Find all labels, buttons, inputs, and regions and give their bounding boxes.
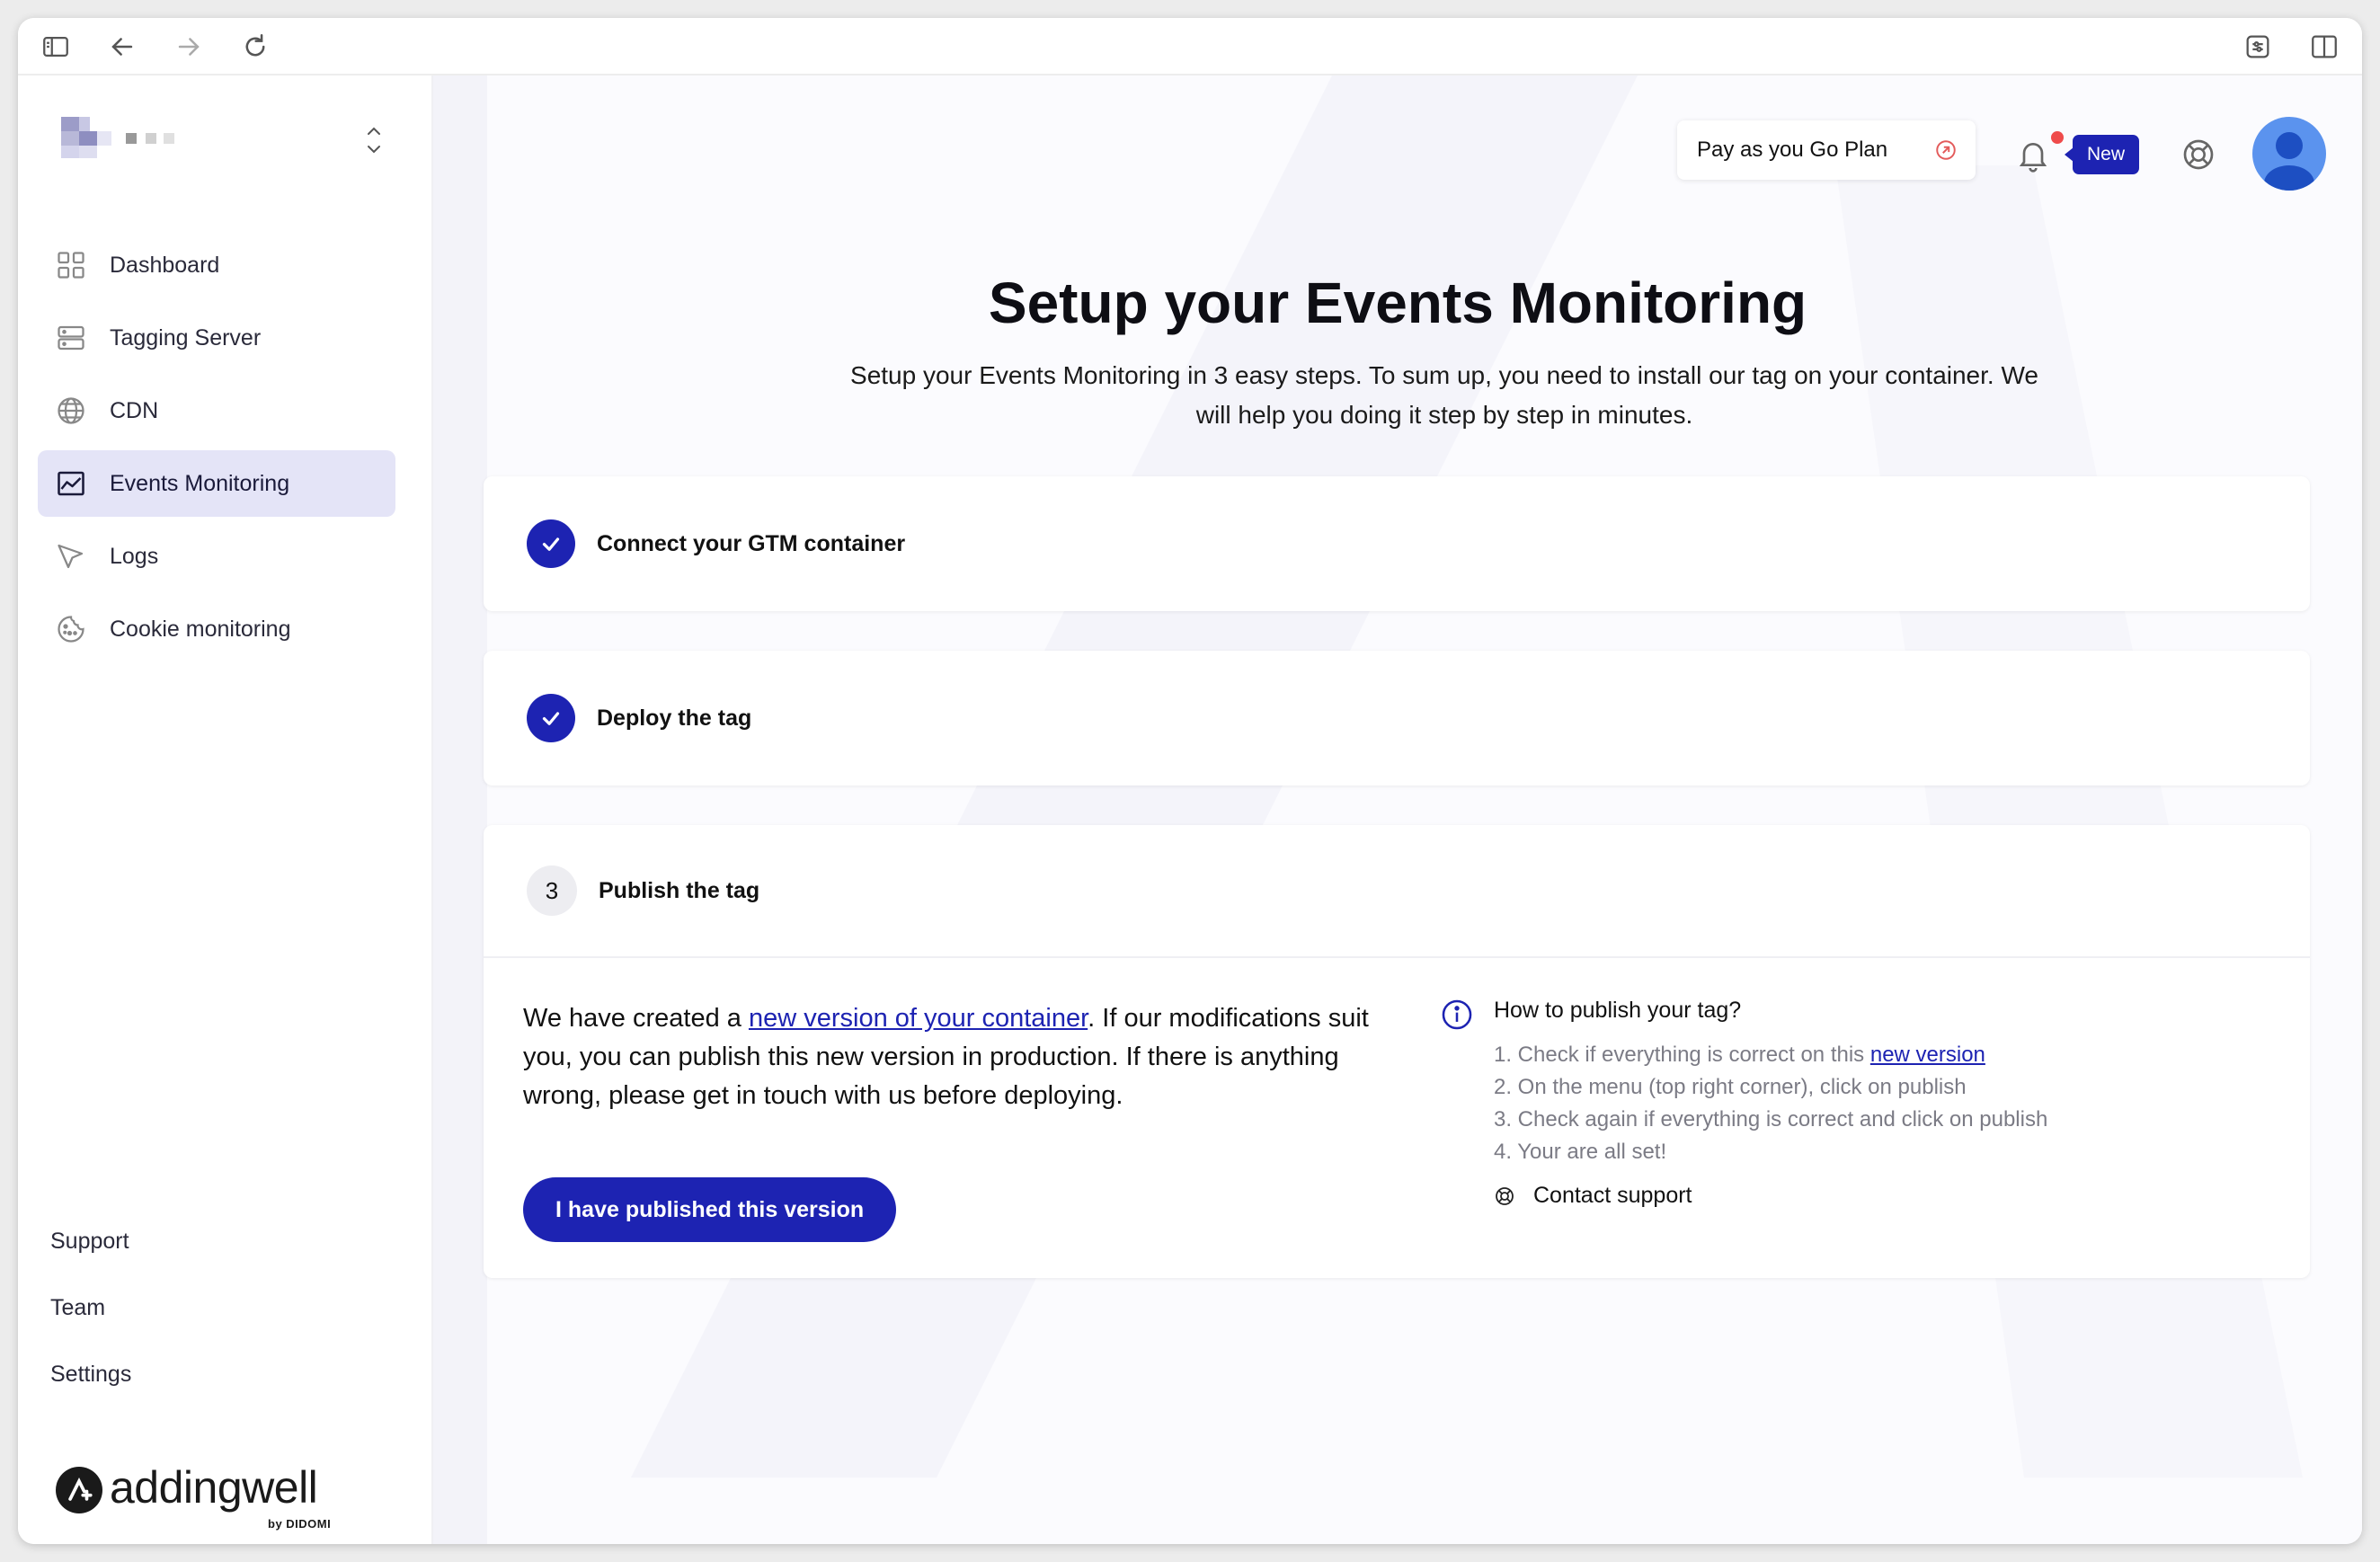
globe-icon [54,394,88,428]
step-header: Connect your GTM container [484,476,2310,611]
step-title: Deploy the tag [597,705,752,731]
publish-text-before: We have created a [523,1004,749,1033]
browser-toolbar [18,18,2362,75]
sidebar-bottom-links: Support Team Settings [50,1223,131,1423]
sidebar-item-cookie-monitoring[interactable]: Cookie monitoring [38,596,395,662]
step-card-deploy[interactable]: Deploy the tag [484,651,2310,785]
extensions-icon[interactable] [2242,31,2274,63]
published-button[interactable]: I have published this version [523,1177,897,1242]
page-subtitle: Setup your Events Monitoring in 3 easy s… [850,361,2038,429]
new-badge[interactable]: New [2064,135,2140,174]
howto-step-text: 1. Check if everything is correct on thi… [1494,1043,1870,1067]
sidebar-toggle-icon[interactable] [40,31,72,63]
lifebuoy-icon[interactable] [2180,137,2216,173]
step-card-publish: 3 Publish the tag We have created a new … [484,825,2310,1278]
plan-button[interactable]: Pay as you Go Plan [1677,120,1976,180]
howto-steps: 1. Check if everything is correct on thi… [1494,1039,2047,1168]
reload-icon[interactable] [239,31,271,63]
step-header: Deploy the tag [484,651,2310,785]
step-title: Publish the tag [599,877,760,903]
page-title: Setup your Events Monitoring [988,271,1807,335]
user-icon [2264,132,2314,191]
sidebar-item-events-monitoring[interactable]: Events Monitoring [38,450,395,517]
brand-name: addingwell [110,1462,318,1513]
grid-icon [54,248,88,282]
chart-line-icon [54,466,88,501]
new-version-link[interactable]: new version [1870,1043,1985,1067]
step-card-connect[interactable]: Connect your GTM container [484,476,2310,611]
top-bar: Pay as you Go Plan New [433,75,2362,201]
main-content: Pay as you Go Plan New Setup your Events… [433,75,2362,1544]
step-title: Connect your GTM container [597,530,906,556]
sidebar-item-label: Dashboard [110,252,220,278]
organization-switcher[interactable] [61,117,412,171]
sidebar-item-cdn[interactable]: CDN [38,377,395,444]
organization-name-redacted [126,129,180,147]
sidebar-link-settings[interactable]: Settings [50,1356,131,1423]
sidebar-item-label: Tagging Server [110,324,262,351]
howto-step: 4. Your are all set! [1494,1140,1667,1164]
sidebar-link-team[interactable]: Team [50,1290,131,1356]
sidebar-item-label: CDN [110,397,159,423]
brand-logo: addingwell by DIDOMI [56,1462,361,1535]
sidebar-item-label: Logs [110,543,159,569]
server-icon [54,321,88,355]
howto-step: 3. Check again if everything is correct … [1494,1107,2048,1132]
step-number: 3 [527,865,577,916]
sidebar: Dashboard Tagging Server CDN Events Moni… [18,75,433,1544]
brand-sub: by DIDOMI [268,1517,332,1531]
sidebar-link-support[interactable]: Support [50,1223,131,1290]
step-header[interactable]: 3 Publish the tag [484,825,2310,956]
lifebuoy-icon [1496,1186,1514,1205]
sidebar-nav: Dashboard Tagging Server CDN Events Moni… [38,232,395,669]
sidebar-item-dashboard[interactable]: Dashboard [38,232,395,298]
cookie-icon [54,612,88,646]
browser-window: Dashboard Tagging Server CDN Events Moni… [18,18,2362,1544]
contact-support-link[interactable]: Contact support [1494,1183,1692,1209]
publish-description: We have created a new version of your co… [523,999,1404,1115]
info-icon [1442,999,1472,1030]
howto-step: 2. On the menu (top right corner), click… [1494,1075,1967,1099]
cursor-arrow-icon [54,539,88,573]
check-circle-icon [527,694,575,742]
forward-arrow-icon[interactable] [173,31,205,63]
howto-step: 1. Check if everything is correct on thi… [1494,1039,2047,1071]
external-arrow-icon [1936,140,1956,160]
sidebar-item-logs[interactable]: Logs [38,523,395,590]
organization-logo [61,117,111,158]
chevron-up-down-icon[interactable] [363,122,385,158]
plan-label: Pay as you Go Plan [1697,138,1888,162]
divider [484,956,2310,958]
sidebar-item-label: Events Monitoring [110,470,290,496]
back-arrow-icon[interactable] [106,31,138,63]
howto-title: How to publish your tag? [1494,998,1742,1023]
brand-mark-icon [56,1467,102,1513]
container-version-link[interactable]: new version of your container [749,1004,1088,1033]
split-view-icon[interactable] [2308,31,2340,63]
sidebar-item-label: Cookie monitoring [110,616,291,642]
check-circle-icon [527,519,575,568]
avatar[interactable] [2252,117,2326,191]
bell-icon[interactable] [2015,137,2051,173]
notification-dot [2051,131,2064,144]
sidebar-item-tagging-server[interactable]: Tagging Server [38,305,395,371]
contact-support-label: Contact support [1533,1183,1692,1208]
